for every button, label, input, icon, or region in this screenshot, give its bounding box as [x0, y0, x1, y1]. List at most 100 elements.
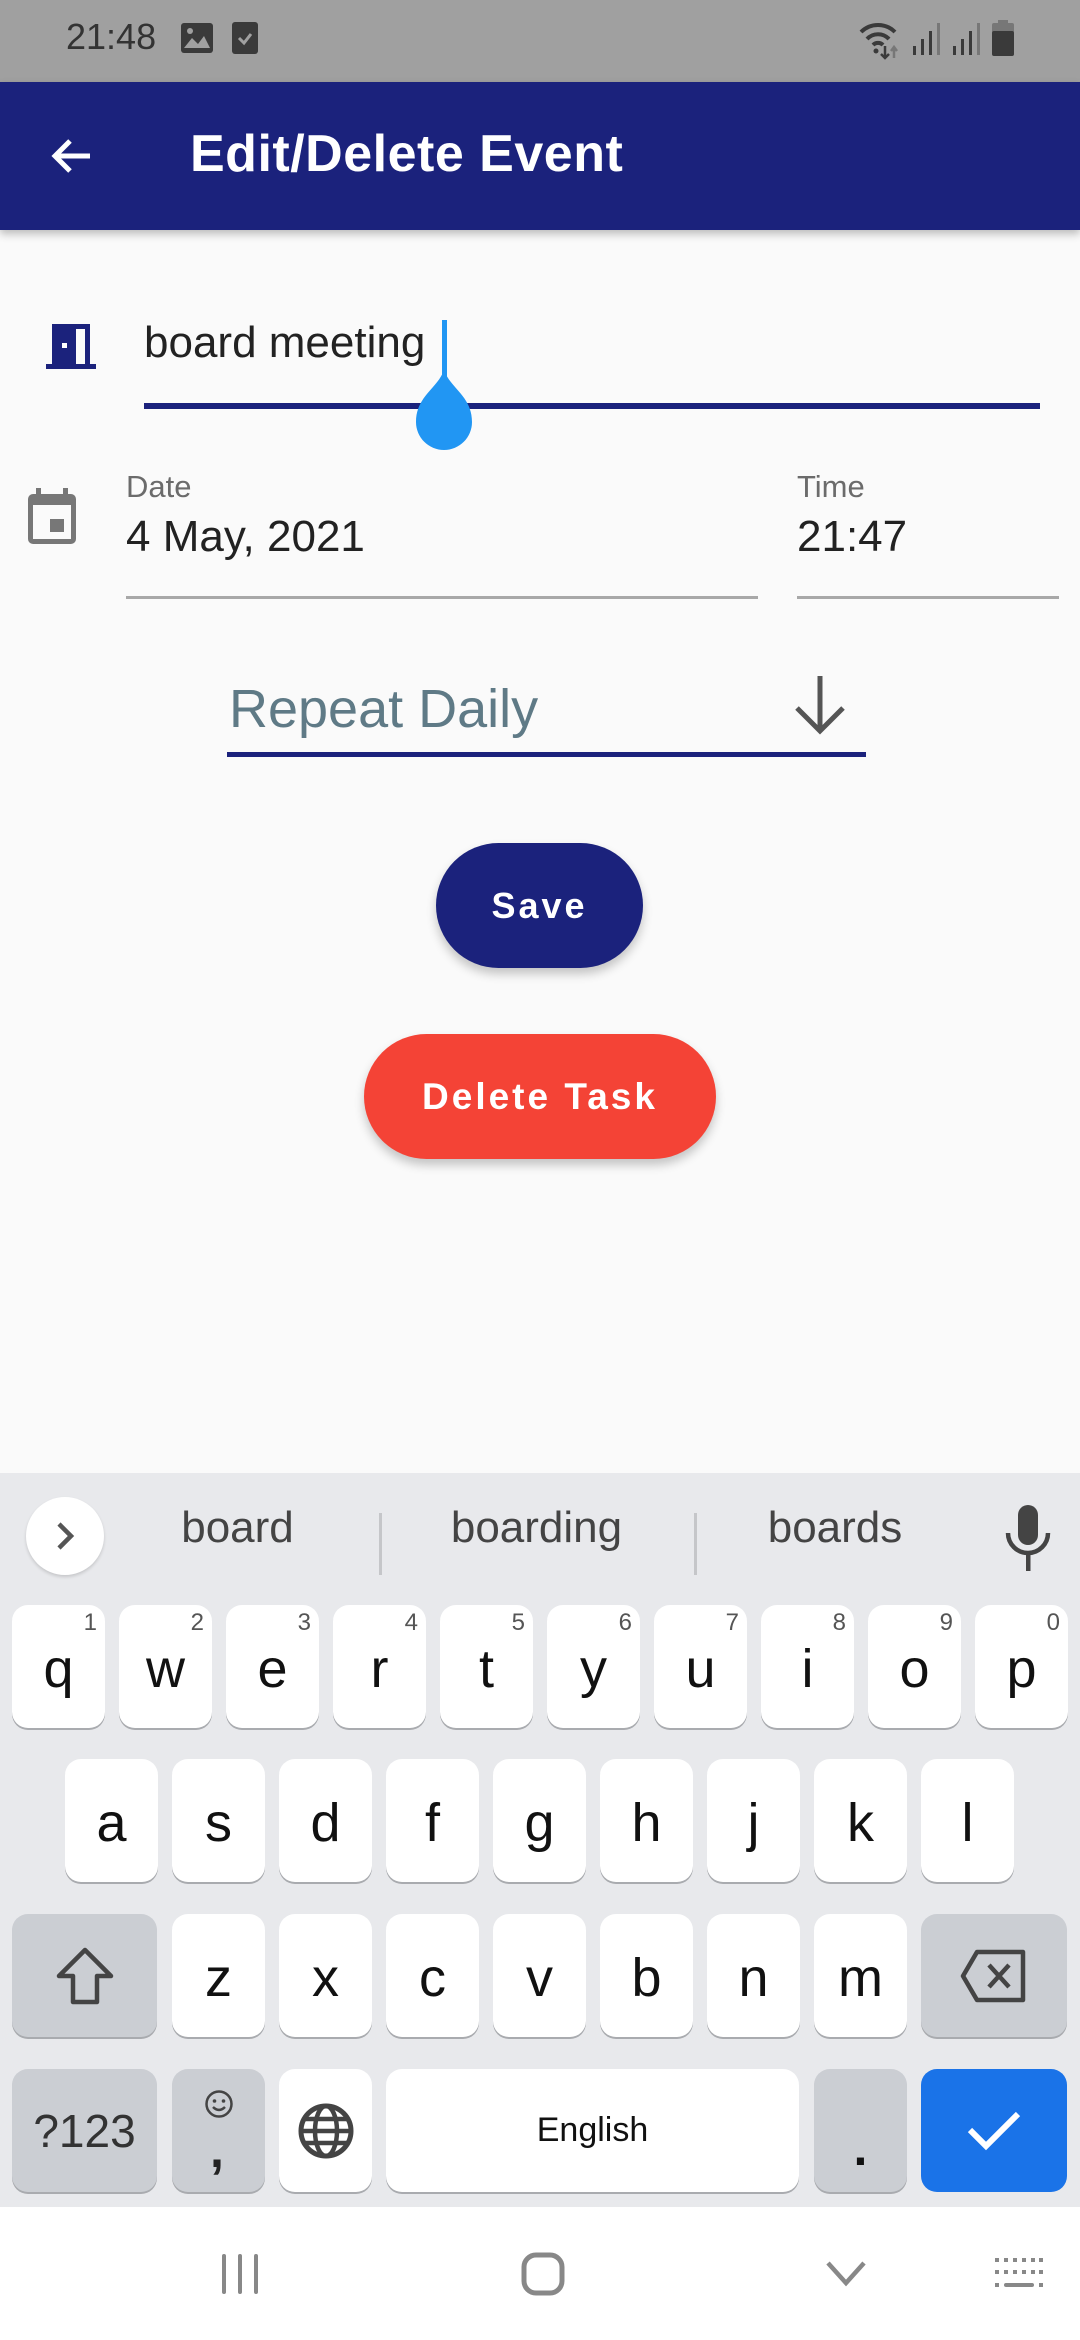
recents-icon	[222, 2253, 258, 2294]
key-l[interactable]: l	[921, 1759, 1014, 1882]
signal-icon	[953, 23, 980, 55]
event-title-input[interactable]: board meeting	[144, 310, 1040, 450]
status-time: 21:48	[66, 16, 157, 57]
emoji-comma-key[interactable]: ,	[172, 2069, 265, 2192]
key-b[interactable]: b	[600, 1914, 693, 2037]
keyboard-toolbar-toggle[interactable]	[26, 1497, 104, 1575]
key-s[interactable]: s	[172, 1759, 265, 1882]
arrow-back-icon	[51, 139, 90, 173]
gallery-icon	[181, 23, 213, 53]
key-label: w	[146, 1638, 185, 1699]
suggestion-3[interactable]: boards	[710, 1503, 960, 1563]
shift-key[interactable]	[12, 1914, 157, 2037]
comma-label: ,	[210, 2122, 224, 2178]
home-icon	[521, 2252, 565, 2295]
date-field[interactable]: Date 4 May, 2021	[126, 465, 758, 600]
key-a[interactable]: a	[65, 1759, 158, 1882]
key-label: c	[419, 1947, 446, 2008]
key-label: n	[738, 1947, 769, 2008]
key-label: u	[685, 1638, 716, 1699]
key-p[interactable]: p0	[975, 1605, 1068, 1728]
key-f[interactable]: f	[386, 1759, 479, 1882]
key-h[interactable]: h	[600, 1759, 693, 1882]
back-down-icon	[826, 2260, 866, 2286]
key-label: i	[801, 1638, 814, 1699]
space-key[interactable]: English	[386, 2069, 799, 2192]
key-x[interactable]: x	[279, 1914, 372, 2037]
event-title-value: board meeting	[144, 318, 426, 367]
key-r[interactable]: r4	[333, 1605, 426, 1728]
back-nav-button[interactable]	[776, 2207, 916, 2340]
repeat-dropdown[interactable]: Repeat Daily	[227, 672, 866, 758]
key-c[interactable]: c	[386, 1914, 479, 2037]
status-bar: 21:48	[0, 0, 1080, 82]
key-i[interactable]: i8	[761, 1605, 854, 1728]
key-label: h	[631, 1792, 662, 1853]
key-label: t	[478, 1638, 494, 1699]
symbols-key[interactable]: ?123	[12, 2069, 157, 2192]
key-label: b	[631, 1947, 662, 2008]
key-z[interactable]: z	[172, 1914, 265, 2037]
home-button[interactable]	[473, 2207, 613, 2340]
keyboard-switch-button[interactable]	[948, 2207, 1080, 2340]
key-label: q	[43, 1638, 74, 1699]
key-label: o	[899, 1638, 930, 1699]
key-hint: 2	[190, 1609, 204, 1636]
key-e[interactable]: e3	[226, 1605, 319, 1728]
key-m[interactable]: m	[814, 1914, 907, 2037]
key-n[interactable]: n	[707, 1914, 800, 2037]
key-label: m	[838, 1947, 883, 2008]
key-label: a	[96, 1792, 127, 1853]
event-title-underline	[144, 403, 1040, 409]
soft-keyboard: board boarding boards ?123 , English . q…	[0, 1473, 1080, 2207]
key-label: k	[847, 1792, 874, 1853]
key-hint: 5	[511, 1609, 525, 1636]
key-o[interactable]: o9	[868, 1605, 961, 1728]
back-button[interactable]	[40, 124, 104, 188]
key-label: z	[205, 1947, 232, 2008]
enter-key[interactable]	[921, 2069, 1067, 2192]
key-label: d	[310, 1792, 341, 1853]
check-icon	[967, 2111, 1021, 2150]
suggestion-2[interactable]: boarding	[395, 1503, 678, 1563]
battery-icon	[992, 20, 1014, 56]
period-key[interactable]: .	[814, 2069, 907, 2192]
cursor-handle[interactable]	[414, 370, 474, 452]
navigation-bar	[0, 2207, 1080, 2340]
time-field[interactable]: Time 21:47	[797, 465, 1059, 600]
delete-task-button[interactable]: Delete Task	[364, 1034, 716, 1159]
key-w[interactable]: w2	[119, 1605, 212, 1728]
backspace-icon	[960, 1949, 1026, 2002]
chevron-right-icon	[57, 1522, 75, 1550]
key-hint: 1	[83, 1609, 97, 1636]
key-hint: 7	[725, 1609, 739, 1636]
date-value: 4 May, 2021	[126, 512, 365, 561]
page-title: Edit/Delete Event	[190, 125, 624, 183]
key-j[interactable]: j	[707, 1759, 800, 1882]
repeat-selected-value: Repeat Daily	[229, 679, 539, 739]
date-label: Date	[126, 469, 192, 504]
suggestion-1[interactable]: board	[140, 1503, 335, 1563]
microphone-icon[interactable]	[1000, 1501, 1056, 1577]
key-d[interactable]: d	[279, 1759, 372, 1882]
time-value: 21:47	[797, 512, 908, 561]
key-g[interactable]: g	[493, 1759, 586, 1882]
key-label: g	[524, 1792, 555, 1853]
key-label: y	[580, 1638, 607, 1699]
key-v[interactable]: v	[493, 1914, 586, 2037]
signal-icon	[913, 23, 940, 55]
save-button[interactable]: Save	[436, 843, 643, 968]
backspace-key[interactable]	[921, 1914, 1067, 2037]
key-k[interactable]: k	[814, 1759, 907, 1882]
key-u[interactable]: u7	[654, 1605, 747, 1728]
suggestion-divider	[379, 1513, 382, 1575]
key-q[interactable]: q1	[12, 1605, 105, 1728]
repeat-underline	[227, 752, 866, 757]
language-key[interactable]	[279, 2069, 372, 2192]
key-y[interactable]: y6	[547, 1605, 640, 1728]
key-label: r	[370, 1638, 389, 1699]
key-label: e	[257, 1638, 288, 1699]
arrow-down-icon	[795, 676, 845, 735]
recents-button[interactable]	[170, 2207, 310, 2340]
key-t[interactable]: t5	[440, 1605, 533, 1728]
